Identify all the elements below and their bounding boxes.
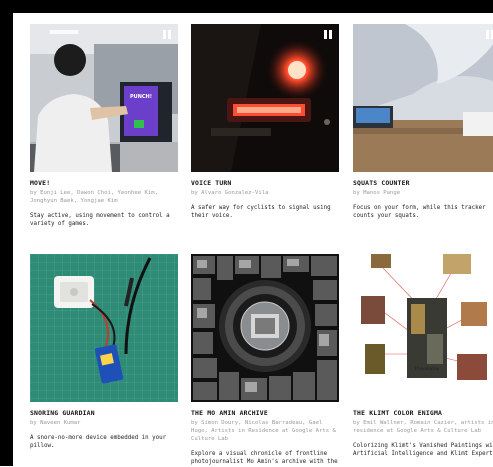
pause-icon[interactable] [163, 30, 171, 39]
thumbnail-mo-amin-archive[interactable] [191, 254, 339, 402]
thumbnail-klimt-color-enigma[interactable]: Philosophy [353, 254, 493, 402]
left-bar [0, 0, 13, 466]
card-authors: by Eunji Lee, Dawon Choi, Yeonhee Kim, J… [30, 190, 158, 204]
card-title[interactable]: SNORING GUARDIAN [30, 409, 178, 418]
thumbnail-move[interactable]: PUNCH! [30, 24, 178, 172]
card-description: Explore a visual chronicle of frontline … [191, 451, 338, 466]
card-description: Focus on your form, while this tracker c… [353, 205, 486, 220]
card-description: A snore-no-more device embedded in your … [30, 435, 167, 450]
thumbnail-squats-counter[interactable] [353, 24, 493, 172]
card-description: Stay active, using movement to control a… [30, 213, 170, 228]
experiment-card-move[interactable]: PUNCH! MOVE! by Eunji Lee, Dawon Choi, Y… [30, 24, 178, 229]
card-title[interactable]: VOICE TURN [191, 179, 339, 188]
thumbnail-snoring-guardian[interactable] [30, 254, 178, 402]
pause-icon[interactable] [486, 30, 493, 39]
experiment-card-mo-amin-archive[interactable]: THE MO AMIN ARCHIVE by Simon Doury, Nico… [191, 254, 339, 467]
card-title[interactable]: THE MO AMIN ARCHIVE [191, 409, 339, 418]
card-description: Colorizing Klimt's Vanished Paintings wi… [353, 443, 493, 458]
experiment-card-klimt-color-enigma[interactable]: Philosophy THE KLIMT COLOR ENIGMA by Emi… [353, 254, 493, 459]
card-authors: by Simon Doury, Nicolas Barradeau, Gael … [191, 420, 336, 442]
card-authors: by Naveen Kumar [30, 420, 81, 426]
card-authors: by Alvaro Gonzalez-Vila [191, 190, 269, 196]
card-title[interactable]: SQUATS COUNTER [353, 179, 493, 188]
card-title[interactable]: MOVE! [30, 179, 178, 188]
experiment-card-snoring-guardian[interactable]: SNORING GUARDIAN by Naveen Kumar A snore… [30, 254, 178, 451]
card-authors: by Emil Wallner, Romain Cazier, artists … [353, 420, 493, 434]
pause-icon[interactable] [324, 30, 332, 39]
card-title[interactable]: THE KLIMT COLOR ENIGMA [353, 409, 493, 418]
top-bar [0, 0, 493, 13]
thumbnail-voice-turn[interactable] [191, 24, 339, 172]
experiment-card-voice-turn[interactable]: VOICE TURN by Alvaro Gonzalez-Vila A saf… [191, 24, 339, 221]
game-screen-text: PUNCH! [130, 94, 152, 100]
experiment-card-squats-counter[interactable]: SQUATS COUNTER by Manos Pange Focus on y… [353, 24, 493, 221]
card-description: A safer way for cyclists to signal using… [191, 205, 331, 220]
diagram-label: Philosophy [415, 366, 440, 372]
card-authors: by Manos Pange [353, 190, 401, 196]
